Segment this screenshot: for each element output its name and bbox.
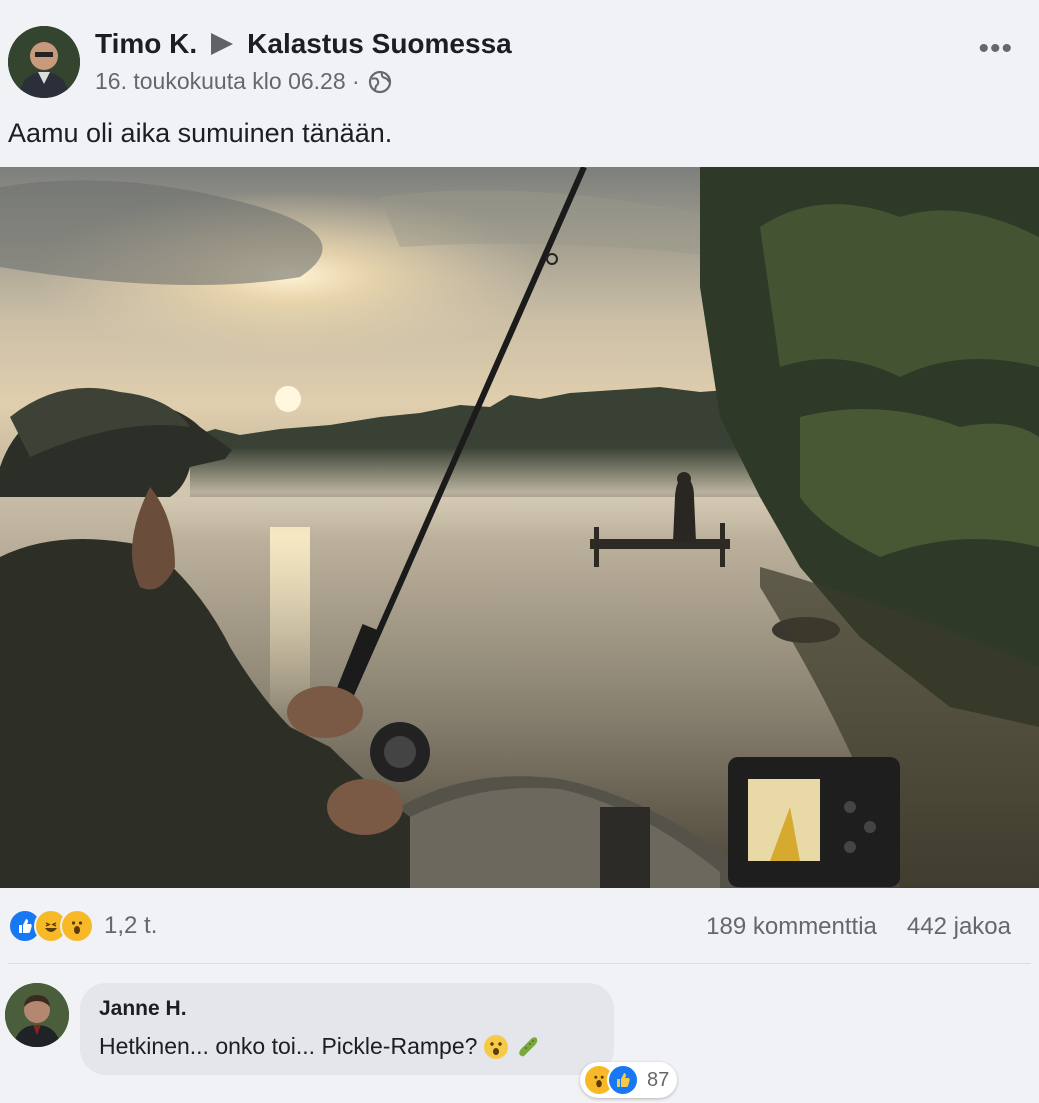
author-name[interactable]: Timo K.: [95, 28, 197, 60]
post-timestamp[interactable]: 16. toukokuuta klo 06.28 ·: [95, 68, 360, 95]
reaction-count: 1,2 t.: [104, 912, 158, 939]
facebook-post: Timo K. Kalastus Suomessa 16. toukokuuta…: [0, 0, 1039, 1103]
post-meta: 16. toukokuuta klo 06.28 ·: [95, 68, 392, 95]
globe-icon: [368, 70, 391, 93]
commenter-avatar[interactable]: [5, 983, 69, 1047]
divider: [8, 963, 1031, 964]
comment-text-row: Hetkinen... onko toi... Pickle-Rampe?: [99, 1033, 541, 1060]
share-count-link[interactable]: 442 jakoa: [907, 913, 1011, 941]
wow-reaction-icon: [60, 909, 94, 943]
comment-author[interactable]: Janne H.: [99, 997, 187, 1021]
comment-reaction-count: 87: [647, 1068, 670, 1091]
surprised-emoji: [484, 1034, 509, 1059]
author-avatar[interactable]: [8, 26, 80, 98]
comment-reactions[interactable]: 87: [580, 1062, 678, 1098]
post-stats: 1,2 t. 189 kommenttia 442 jakoa: [0, 905, 1039, 949]
comment-bubble: Janne H. Hetkinen... onko toi... Pickle-…: [80, 983, 614, 1075]
reaction-summary[interactable]: 1,2 t.: [8, 909, 157, 943]
post-header-names: Timo K. Kalastus Suomessa: [95, 28, 512, 60]
more-options-icon[interactable]: •••: [978, 32, 1013, 66]
post-photo[interactable]: [0, 167, 1039, 888]
fishing-photo-illustration: [0, 167, 1039, 888]
pickle-emoji: [519, 1036, 538, 1056]
comment-text: Hetkinen... onko toi... Pickle-Rampe?: [99, 1033, 478, 1059]
comment-count-link[interactable]: 189 kommenttia: [706, 913, 877, 941]
arrow-right-icon: [211, 33, 234, 55]
care-reaction-icon: [607, 1064, 639, 1096]
post-caption: Aamu oli aika sumuinen tänään.: [8, 118, 393, 148]
group-name[interactable]: Kalastus Suomessa: [247, 28, 512, 60]
stats-right: 189 kommenttia 442 jakoa: [706, 913, 1011, 941]
